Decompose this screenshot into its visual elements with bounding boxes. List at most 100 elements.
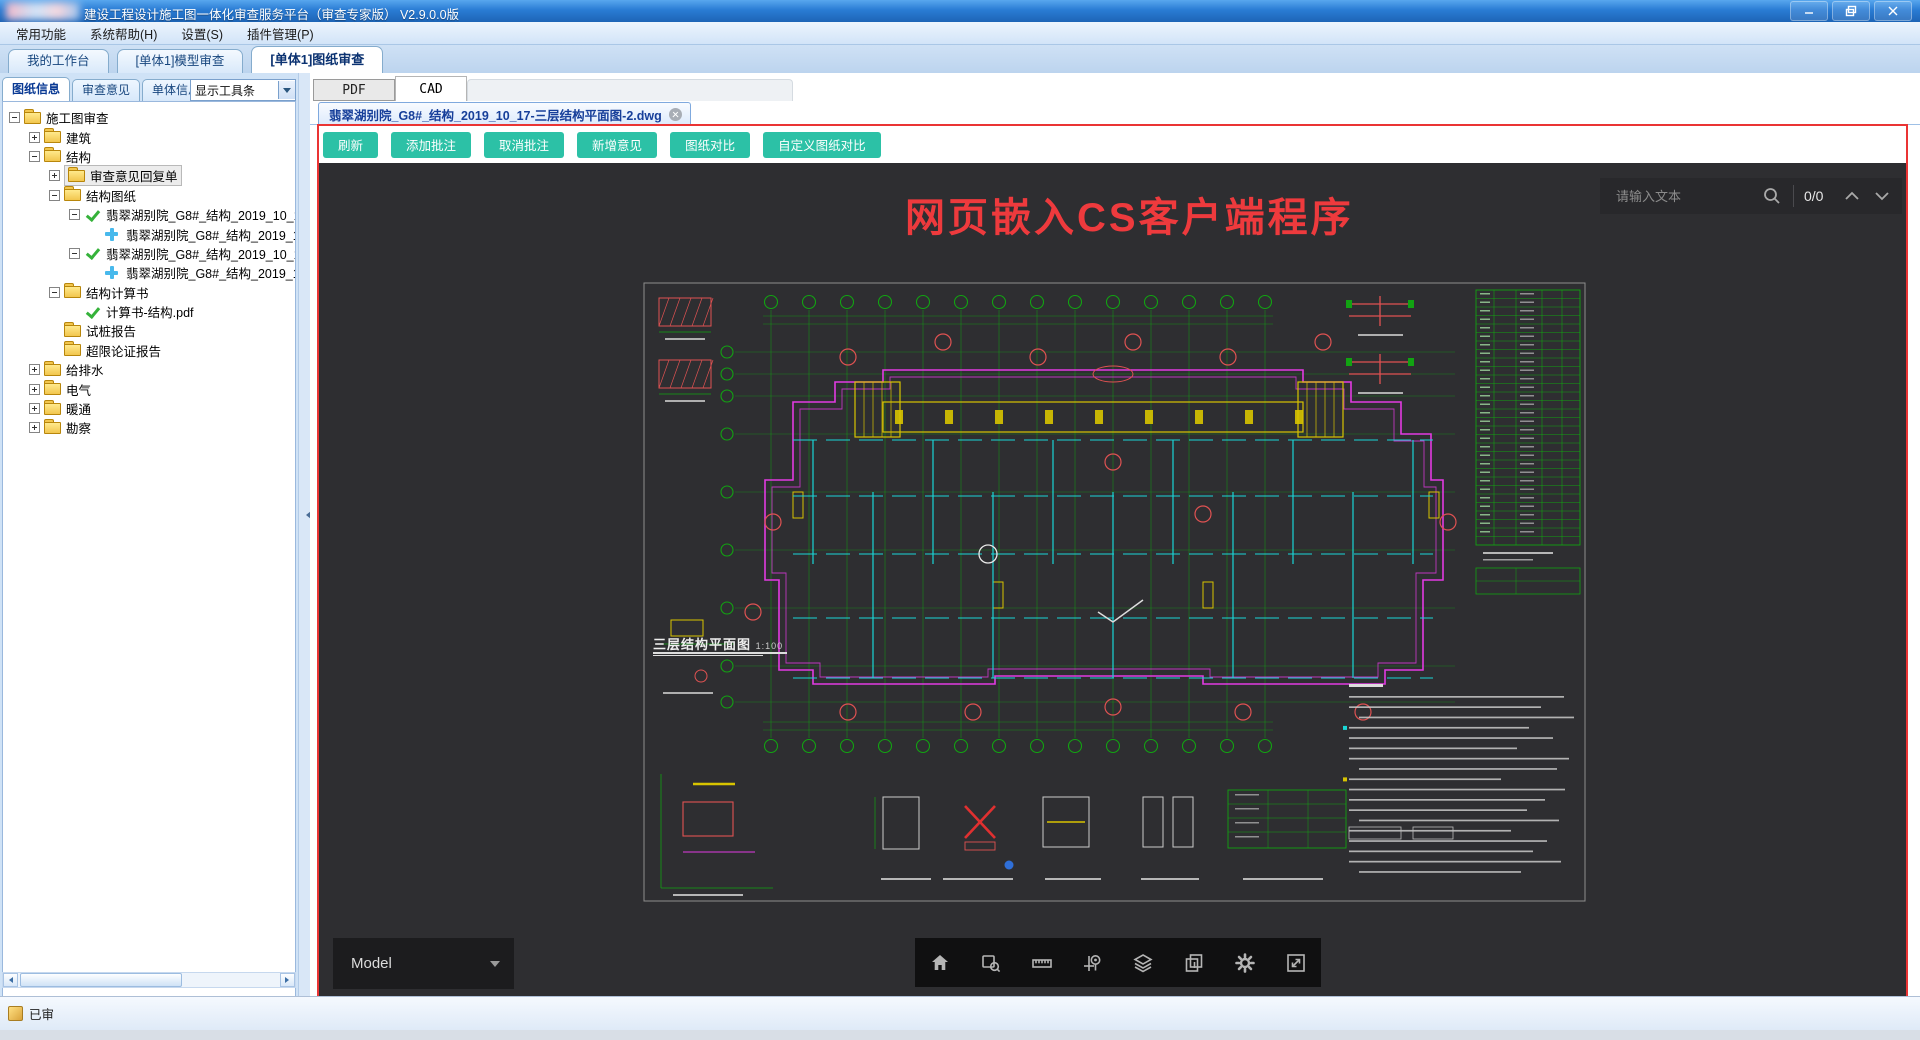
tree-selected-item[interactable]: 审查意见回复单: [64, 165, 182, 187]
tree-row[interactable]: 翡翠湖别院_G8#_结构_2019_10_1: [3, 263, 295, 282]
tree-item-label: 翡翠湖别院_G8#_结构_2019_10_1: [126, 228, 295, 243]
tree-toggle-plus-icon[interactable]: [29, 422, 40, 434]
tree-toggle-plus-icon[interactable]: [29, 383, 40, 395]
workspace-tab-unit1-model-review[interactable]: [单体1]模型审查: [116, 49, 244, 73]
tree-row[interactable]: 勘察: [3, 418, 295, 437]
layers-icon: [1133, 953, 1154, 972]
fullscreen-icon: [1286, 953, 1305, 972]
tree-toggle-minus-icon[interactable]: [29, 150, 40, 162]
menu-item-system-help[interactable]: 系统帮助(H): [78, 22, 169, 45]
tree-toggle-plus-icon[interactable]: [29, 131, 40, 143]
scroll-right-icon[interactable]: [280, 973, 295, 987]
tree-item-label: 计算书-结构.pdf: [106, 306, 194, 321]
close-icon[interactable]: [1874, 1, 1912, 21]
tree-item-label: 暖通: [66, 403, 92, 418]
chevron-down-icon[interactable]: [1872, 187, 1892, 205]
tree-row[interactable]: 翡翠湖别院_G8#_结构_2019_10_17-: [3, 244, 295, 263]
tree-row[interactable]: 翡翠湖别院_G8#_结构_2019_10_1: [3, 224, 295, 243]
tree-row[interactable]: 结构图纸: [3, 186, 295, 205]
toolbar-dropdown[interactable]: 显示工具条: [190, 79, 296, 101]
menu-item-settings[interactable]: 设置(S): [169, 22, 235, 45]
nav-locate-button[interactable]: [1072, 942, 1114, 984]
tree-row[interactable]: 计算书-结构.pdf: [3, 302, 295, 321]
tree-toggle-minus-icon[interactable]: [69, 247, 80, 259]
chevron-down-icon[interactable]: [278, 81, 295, 99]
scroll-left-icon[interactable]: [3, 973, 18, 987]
tree-item-label: 翡翠湖别院_G8#_结构_2019_10_1: [126, 267, 295, 282]
window-title: 建设工程设计施工图一体化审查服务平台（审查专家版） V2.9.0.0版: [84, 8, 460, 22]
panel-splitter[interactable]: [298, 73, 311, 996]
nav-measure-button[interactable]: [1021, 942, 1063, 984]
refresh-button[interactable]: 刷新: [323, 131, 379, 158]
tab-cad[interactable]: CAD: [395, 76, 467, 101]
tree-item-label: 结构: [66, 150, 92, 165]
search-icon[interactable]: [1761, 185, 1783, 207]
close-file-icon[interactable]: [668, 107, 682, 121]
check-icon: [84, 208, 101, 222]
tree-row[interactable]: 建筑: [3, 127, 295, 146]
plus-badge-icon: [104, 266, 121, 280]
drawing-compare-button[interactable]: 图纸对比: [670, 131, 751, 158]
menu-item-common-functions[interactable]: 常用功能: [4, 22, 78, 45]
tree-toggle-minus-icon[interactable]: [49, 286, 60, 298]
nav-layers-button[interactable]: [1122, 942, 1164, 984]
cad-drawing-sheet: [643, 282, 1586, 902]
tree-toggle-minus-icon[interactable]: [69, 209, 80, 221]
nav-home-button[interactable]: [919, 942, 961, 984]
cad-canvas[interactable]: 网页嵌入CS客户端程序 0/0 三层结构平面图 1:100 Model: [319, 163, 1906, 996]
tree-row[interactable]: 试桩报告: [3, 321, 295, 340]
tree-item-label: 翡翠湖别院_G8#_结构_2019_10_17-三: [106, 209, 295, 224]
minimize-icon[interactable]: [1790, 1, 1828, 21]
tree-row[interactable]: 给排水: [3, 360, 295, 379]
model-selector[interactable]: Model: [333, 938, 514, 989]
tree-toggle-plus-icon[interactable]: [29, 364, 40, 376]
nav-settings-button[interactable]: [1224, 942, 1266, 984]
tree-row[interactable]: 结构: [3, 147, 295, 166]
folder-icon: [64, 283, 81, 299]
search-bar: 0/0: [1600, 178, 1902, 214]
custom-drawing-compare-button[interactable]: 自定义图纸对比: [763, 131, 881, 158]
left-tab-drawing-info[interactable]: 图纸信息: [2, 77, 71, 101]
tree-row[interactable]: 翡翠湖别院_G8#_结构_2019_10_17-三: [3, 205, 295, 224]
measure-icon: [1032, 958, 1052, 968]
tab-pdf[interactable]: PDF: [313, 79, 395, 101]
structural-plan-drawing: [643, 282, 1586, 902]
left-panel: 图纸信息 审查意见 单体信息 显示工具条 施工图审查 建筑 结构 审查意见回复单 结构图纸翡…: [0, 73, 310, 999]
drawing-tree: 施工图审查建筑结构 审查意见回复单 结构图纸翡翠湖别院_G8#_结构_2019_10…: [2, 101, 296, 999]
scrollbar-thumb[interactable]: [20, 973, 182, 987]
app-logo: [6, 2, 80, 20]
tree-row[interactable]: 结构计算书: [3, 283, 295, 302]
chevron-up-icon[interactable]: [1842, 187, 1862, 205]
new-comment-button[interactable]: 新增意见: [577, 131, 658, 158]
workspace-tab-unit1-drawing-review[interactable]: [单体1]图纸审查: [251, 46, 384, 73]
tree-row[interactable]: 电气: [3, 379, 295, 398]
tree-row[interactable]: 超限论证报告: [3, 341, 295, 360]
tree-toggle-plus-icon[interactable]: [49, 170, 60, 182]
embedded-cad-panel: 刷新添加批注取消批注新增意见图纸对比自定义图纸对比 网页嵌入CS客户端程序 0/…: [317, 124, 1908, 998]
cad-toolbar: 刷新 添加批注 取消批注 新增意见 图纸对比 自定义图纸对比: [319, 126, 1906, 163]
workspace-tabs: 我的工作台 [单体1]模型审查 [单体1]图纸审查: [0, 45, 1920, 73]
search-input[interactable]: [1600, 187, 1761, 205]
tree-item-label: 建筑: [66, 131, 92, 146]
tree-row[interactable]: 暖通: [3, 399, 295, 418]
tree-horizontal-scrollbar[interactable]: [2, 972, 296, 988]
add-annotation-button[interactable]: 添加批注: [391, 131, 472, 158]
left-tab-review-comments[interactable]: 审查意见: [72, 79, 141, 101]
nav-zoom-window-button[interactable]: [970, 942, 1012, 984]
file-tab[interactable]: 翡翠湖别院_G8#_结构_2019_10_17-三层结构平面图-2.dwg: [318, 102, 691, 125]
toolbar-dropdown-label: 显示工具条: [195, 83, 256, 98]
check-icon: [84, 305, 101, 319]
tree-item-label: 结构计算书: [86, 286, 149, 301]
nav-fullscreen-button[interactable]: [1275, 942, 1317, 984]
tree-toggle-plus-icon[interactable]: [29, 403, 40, 415]
cancel-annotation-button[interactable]: 取消批注: [484, 131, 565, 158]
workspace-tab-my-workbench[interactable]: 我的工作台: [8, 49, 109, 73]
tree-toggle-minus-icon[interactable]: [49, 189, 60, 201]
menu-item-plugin-management[interactable]: 插件管理(P): [235, 22, 326, 45]
nav-pages-button[interactable]: [1173, 942, 1215, 984]
tree-toggle-minus-icon[interactable]: [9, 112, 20, 124]
file-tab-row: 翡翠湖别院_G8#_结构_2019_10_17-三层结构平面图-2.dwg: [310, 101, 1920, 125]
tree-row[interactable]: 审查意见回复单: [3, 165, 295, 187]
maximize-icon[interactable]: [1832, 1, 1870, 21]
tree-row[interactable]: 施工图审查: [3, 108, 295, 127]
